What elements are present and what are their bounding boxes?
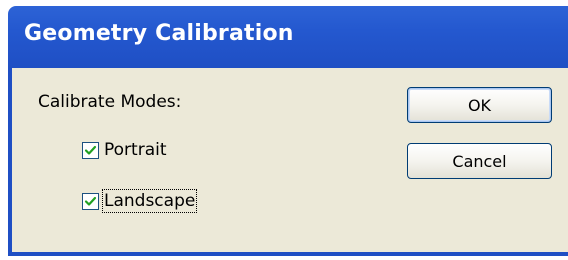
window-title: Geometry Calibration bbox=[24, 21, 294, 46]
portrait-checkbox[interactable] bbox=[82, 141, 99, 159]
check-icon bbox=[84, 196, 97, 206]
landscape-checkbox[interactable] bbox=[82, 192, 99, 210]
ok-button[interactable]: OK bbox=[407, 87, 552, 123]
calibrate-modes-label: Calibrate Modes: bbox=[38, 92, 182, 112]
title-bar[interactable]: Geometry Calibration bbox=[8, 6, 568, 68]
portrait-label[interactable]: Portrait bbox=[104, 140, 167, 160]
dialog-window: Geometry Calibration Calibrate Modes: Po… bbox=[0, 0, 568, 260]
check-icon bbox=[84, 145, 97, 155]
cancel-button[interactable]: Cancel bbox=[407, 143, 552, 179]
landscape-label[interactable]: Landscape bbox=[101, 189, 198, 213]
dialog-body: Calibrate Modes: Portrait Landscape OK C… bbox=[8, 68, 568, 256]
landscape-option[interactable]: Landscape bbox=[82, 189, 198, 213]
portrait-option[interactable]: Portrait bbox=[82, 140, 167, 160]
